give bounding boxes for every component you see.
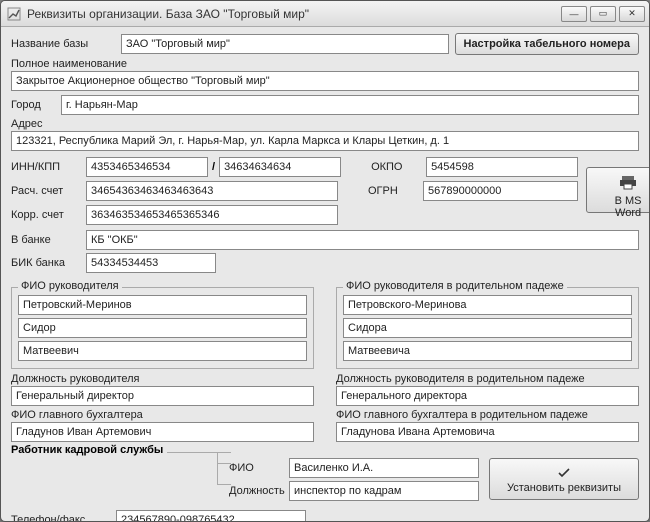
set-req-button[interactable]: Установить реквизиты [489,458,639,500]
hr-fio-label: ФИО [229,462,289,474]
msword-button[interactable]: В MS Word [586,167,650,213]
address-label: Адрес [11,118,639,130]
full-name-input[interactable] [11,71,639,91]
okpo-label: ОКПО [371,161,426,173]
post-label: Должность руководителя [11,373,314,385]
minimize-button[interactable]: — [561,6,587,22]
set-req-button-label: Установить реквизиты [507,482,621,494]
row-phone: Телефон/факс [11,510,639,522]
inn-separator: / [212,161,215,173]
check-icon [557,467,571,482]
printer-icon [619,176,637,193]
bik-label: БИК банка [11,257,86,269]
close-button[interactable]: ✕ [619,6,645,22]
window: Реквизиты организации. База ЗАО "Торговы… [0,0,650,522]
city-input[interactable] [61,95,639,115]
tab-number-button[interactable]: Настройка табельного номера [455,33,640,55]
rs-input[interactable] [86,181,338,201]
row-bik: БИК банка [11,253,639,273]
bank-input[interactable] [86,230,639,250]
inn-input[interactable] [86,157,208,177]
acc-label: ФИО главного бухгалтера [11,409,314,421]
row-inn: ИНН/КПП / ОКПО [11,157,578,177]
head-fio-gen-legend: ФИО руководителя в родительном падеже [343,280,567,292]
hr-post-input[interactable] [289,481,479,501]
client-area: Название базы Настройка табельного номер… [1,27,649,522]
post-input[interactable] [11,386,314,406]
full-name-label: Полное наименование [11,58,639,70]
head-surname-input[interactable] [18,295,307,315]
ogrn-input[interactable] [423,181,578,201]
head-name-gen-input[interactable] [343,318,632,338]
ids-block: ИНН/КПП / ОКПО Расч. счет ОГРН Корр. сче… [11,157,639,228]
row-ks: Корр. счет [11,205,578,225]
window-buttons: — ▭ ✕ [561,6,645,22]
hr-section-legend: Работник кадровой службы [11,444,167,456]
okpo-input[interactable] [426,157,578,177]
ogrn-label: ОГРН [368,185,423,197]
acc-gen-label: ФИО главного бухгалтера в родительном па… [336,409,639,421]
hr-fio-row: ФИО [229,458,479,478]
maximize-button[interactable]: ▭ [590,6,616,22]
post-block: Должность руководителя Должность руковод… [11,373,639,406]
head-fio-fieldset: ФИО руководителя [11,287,314,369]
post-gen-label: Должность руководителя в родительном пад… [336,373,639,385]
hr-post-row: Должность [229,481,479,501]
ks-input[interactable] [86,205,338,225]
head-patr-gen-input[interactable] [343,341,632,361]
inn-label: ИНН/КПП [11,161,86,173]
acc-block: ФИО главного бухгалтера ФИО главного бух… [11,409,639,442]
hr-post-label: Должность [229,485,289,497]
row-city: Город [11,95,639,115]
base-name-label: Название базы [11,38,121,50]
city-label: Город [11,99,61,111]
titlebar: Реквизиты организации. База ЗАО "Торговы… [1,1,649,27]
head-fieldsets: ФИО руководителя ФИО руководителя в роди… [11,279,639,369]
head-name-input[interactable] [18,318,307,338]
head-fio-legend: ФИО руководителя [18,280,122,292]
row-full-name: Полное наименование [11,58,639,91]
hr-section: Работник кадровой службы ФИО Должность [11,452,639,504]
kpp-input[interactable] [219,157,341,177]
post-gen-input[interactable] [336,386,639,406]
base-name-input[interactable] [121,34,449,54]
window-title: Реквизиты организации. База ЗАО "Торговы… [27,7,555,21]
bank-label: В банке [11,234,86,246]
row-rs: Расч. счет ОГРН [11,181,578,201]
row-base-name: Название базы Настройка табельного номер… [11,33,639,55]
bik-input[interactable] [86,253,216,273]
row-bank: В банке [11,230,639,250]
head-patr-input[interactable] [18,341,307,361]
acc-gen-input[interactable] [336,422,639,442]
phone-input[interactable] [116,510,306,522]
ks-label: Корр. счет [11,209,86,221]
app-icon [7,7,21,21]
head-fio-gen-fieldset: ФИО руководителя в родительном падеже [336,287,639,369]
head-surname-gen-input[interactable] [343,295,632,315]
acc-input[interactable] [11,422,314,442]
hr-fio-input[interactable] [289,458,479,478]
address-input[interactable] [11,131,639,151]
row-address: Адрес [11,118,639,151]
msword-button-label: В MS Word [601,195,650,219]
rs-label: Расч. счет [11,185,86,197]
phone-label: Телефон/факс [11,514,116,522]
